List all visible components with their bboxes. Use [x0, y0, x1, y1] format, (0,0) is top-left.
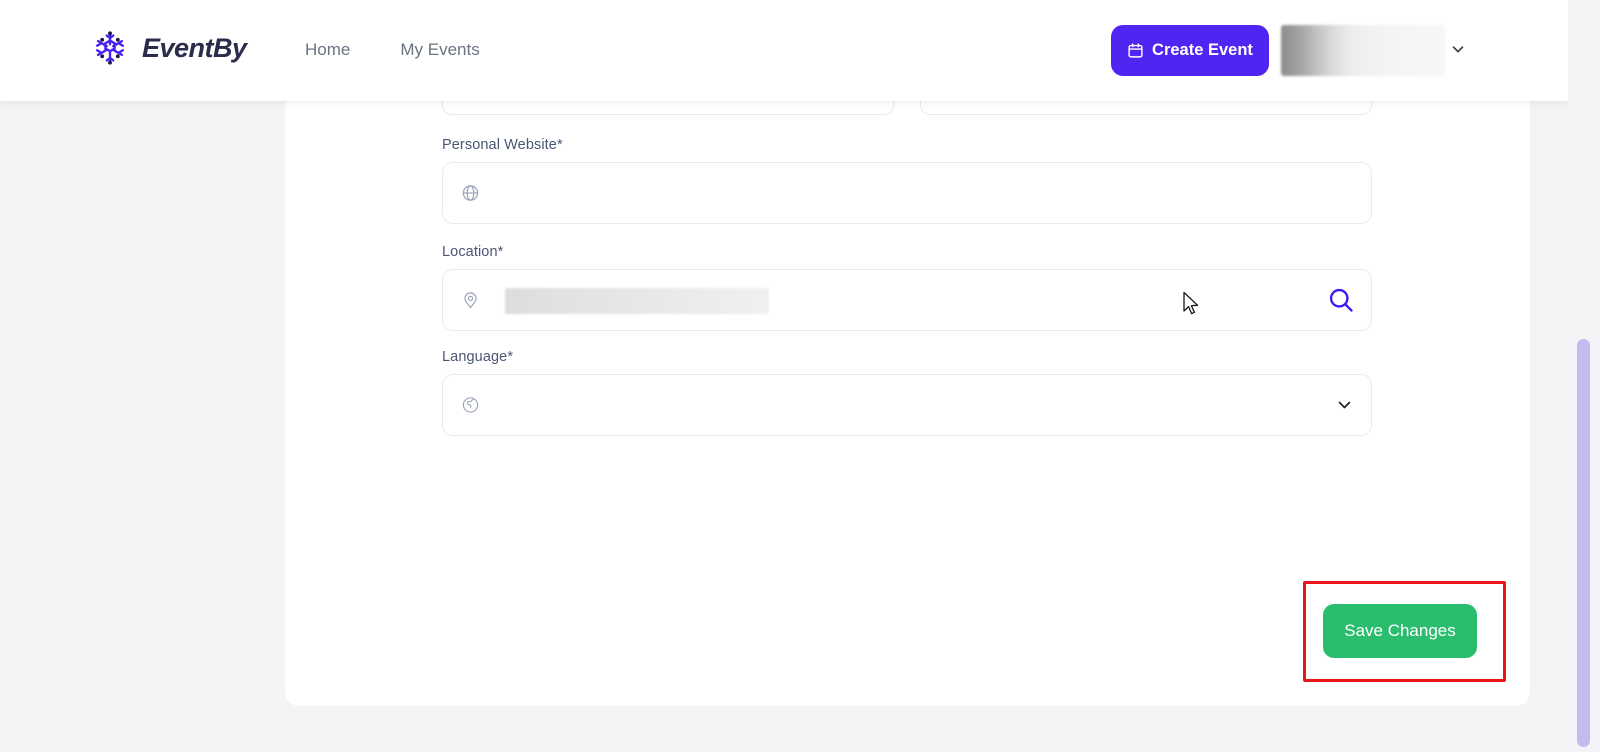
- nav-home[interactable]: Home: [305, 38, 350, 62]
- nav-my-events[interactable]: My Events: [400, 38, 479, 62]
- main-nav: Home My Events: [305, 38, 480, 62]
- calendar-icon: [1128, 43, 1143, 58]
- save-changes-button[interactable]: Save Changes: [1323, 604, 1477, 658]
- globe-icon: [461, 184, 480, 203]
- chevron-down-icon[interactable]: [1336, 397, 1353, 414]
- app-header: EventBy Home My Events Create Event: [0, 0, 1568, 101]
- create-event-button[interactable]: Create Event: [1111, 25, 1269, 76]
- app-screen: Personal Website* Location* Language* Sa…: [0, 0, 1600, 752]
- personal-website-label: Personal Website*: [442, 137, 563, 153]
- search-icon: [1329, 288, 1353, 312]
- language-input[interactable]: [493, 375, 1311, 435]
- language-select-box[interactable]: [442, 374, 1372, 436]
- location-search-button[interactable]: [1327, 286, 1355, 314]
- globe-americas-icon: [461, 396, 480, 415]
- personal-website-input[interactable]: [493, 163, 1311, 223]
- brand-name: EventBy: [142, 32, 247, 63]
- personal-website-input-box[interactable]: [442, 162, 1372, 224]
- create-event-label: Create Event: [1152, 41, 1253, 59]
- account-menu-redacted[interactable]: [1281, 25, 1445, 76]
- location-input[interactable]: [493, 270, 1311, 330]
- map-pin-icon: [461, 291, 480, 310]
- page-scrollbar-thumb[interactable]: [1577, 339, 1590, 747]
- location-input-box[interactable]: [442, 269, 1372, 331]
- page-scrollbar-track[interactable]: [1568, 0, 1600, 752]
- field-language: Language*: [442, 349, 1372, 436]
- language-label: Language*: [442, 349, 514, 365]
- location-label: Location*: [442, 244, 504, 260]
- brand-logo[interactable]: EventBy: [88, 26, 247, 70]
- account-chevron-down-icon[interactable]: [1449, 40, 1467, 58]
- field-personal-website: Personal Website*: [442, 137, 1372, 224]
- snowflake-logo-icon: [95, 31, 125, 65]
- field-location: Location*: [442, 244, 1372, 331]
- profile-settings-card: Personal Website* Location* Language* Sa…: [285, 89, 1530, 706]
